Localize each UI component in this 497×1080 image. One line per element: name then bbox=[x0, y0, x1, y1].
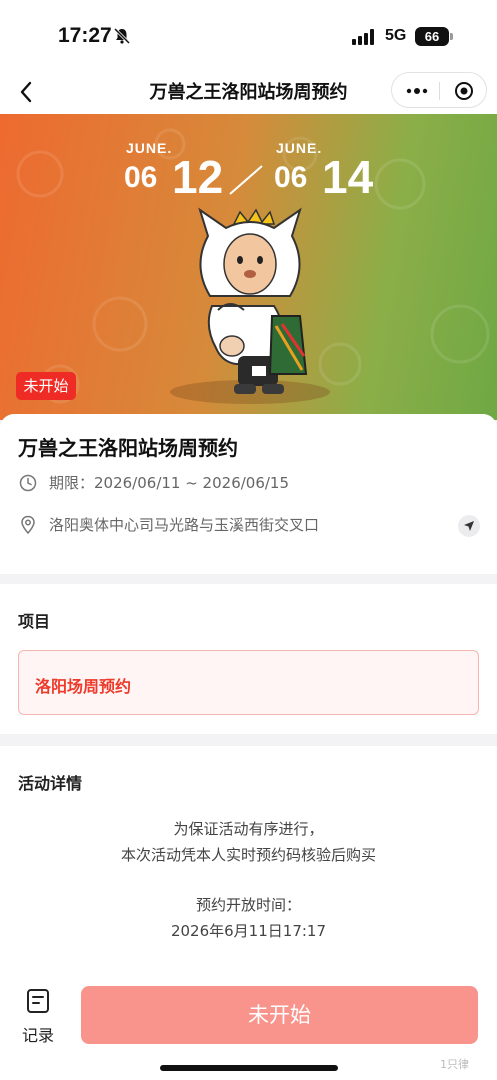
details-line: 本次活动凭本人实时预约码核验后购买 bbox=[120, 846, 376, 864]
watermark: 1只律 bbox=[440, 1058, 469, 1071]
event-title: 万兽之王洛阳站场周预约 bbox=[18, 436, 238, 460]
navigate-button[interactable] bbox=[458, 515, 480, 537]
signal-icon bbox=[352, 29, 374, 45]
location-pin-icon bbox=[21, 515, 35, 535]
activity-details-section: 活动详情 为保证活动有序进行， 本次活动凭本人实时预约码核验后购买 预约开放时间… bbox=[0, 746, 497, 976]
start-day-big: 12 bbox=[172, 151, 224, 203]
end-day-small: 06 bbox=[274, 161, 308, 194]
more-dots-icon[interactable] bbox=[406, 87, 428, 95]
event-period: 期限：2026/06/11 ~ 2026/06/15 bbox=[49, 474, 290, 492]
navigation-arrow-icon bbox=[464, 521, 474, 531]
page-title: 万兽之王洛阳站场周预约 bbox=[149, 82, 348, 103]
hero-banner: JUNE. 06 12 JUNE. 06 14 未开始 bbox=[0, 114, 497, 420]
mini-program-capsule bbox=[391, 72, 487, 108]
battery-tip bbox=[450, 33, 453, 40]
status-time: 17:27 bbox=[58, 24, 112, 47]
record-button[interactable]: 记录 bbox=[10, 986, 66, 1048]
navigation-bar: 万兽之王洛阳站场周预约 bbox=[0, 70, 497, 114]
home-indicator bbox=[160, 1065, 338, 1071]
date-separator bbox=[229, 165, 263, 195]
end-month: JUNE. bbox=[276, 140, 323, 156]
status-bar: 17:27 5G 66 bbox=[0, 0, 497, 70]
bell-off-icon bbox=[113, 27, 131, 45]
back-arrow-icon[interactable] bbox=[14, 76, 42, 108]
capsule-divider bbox=[439, 82, 440, 100]
details-line: 2026年6月11日17:17 bbox=[170, 922, 327, 940]
project-option-selected[interactable]: 洛阳场周预约 bbox=[18, 650, 479, 715]
project-section: 项目 洛阳场周预约 bbox=[0, 584, 497, 734]
record-label: 记录 bbox=[21, 1026, 54, 1045]
project-heading: 项目 bbox=[18, 612, 51, 631]
mascot-illustration bbox=[170, 207, 330, 404]
network-type: 5G bbox=[385, 27, 407, 44]
event-address: 洛阳奥体中心司马光路与玉溪西街交叉口 bbox=[49, 516, 320, 534]
start-month: JUNE. bbox=[126, 140, 173, 156]
details-line: 预约开放时间： bbox=[195, 896, 301, 914]
start-day-small: 06 bbox=[124, 161, 158, 194]
project-option-label: 洛阳场周预约 bbox=[35, 677, 132, 696]
end-day-big: 14 bbox=[322, 151, 374, 203]
details-heading: 活动详情 bbox=[18, 774, 83, 793]
reserve-button[interactable]: 未开始 bbox=[81, 986, 478, 1044]
event-info-card: 万兽之王洛阳站场周预约 期限：2026/06/11 ~ 2026/06/15 洛… bbox=[0, 414, 497, 574]
battery-level: 66 bbox=[415, 27, 449, 46]
clock-icon bbox=[19, 474, 37, 492]
close-target-icon[interactable] bbox=[454, 81, 474, 101]
bottom-action-bar: 记录 未开始 bbox=[0, 966, 497, 1080]
details-line: 为保证活动有序进行， bbox=[173, 820, 324, 838]
status-badge: 未开始 bbox=[16, 372, 76, 400]
document-icon bbox=[27, 989, 49, 1013]
